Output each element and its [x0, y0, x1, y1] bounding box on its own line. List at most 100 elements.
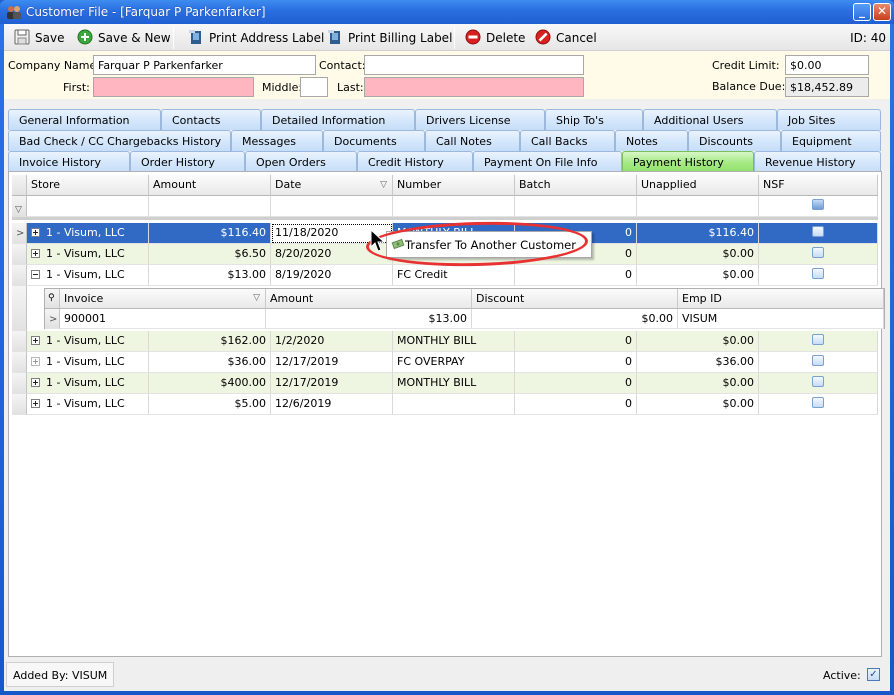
cell-amount[interactable]: $162.00: [149, 331, 271, 352]
print-billing-label-button[interactable]: Print Billing Label: [327, 28, 452, 48]
cell-date[interactable]: 12/17/2019: [271, 352, 393, 373]
cell-store[interactable]: 1 - Visum, LLC: [27, 394, 149, 415]
cell-number[interactable]: MONTHLY BILL: [393, 331, 515, 352]
nsf-filter-checkbox[interactable]: [812, 199, 824, 210]
cell-store[interactable]: 1 - Visum, LLC: [27, 223, 149, 244]
cell-amount[interactable]: $5.00: [149, 394, 271, 415]
detail-search-icon[interactable]: ⚲: [45, 289, 60, 309]
cell-store[interactable]: 1 - Visum, LLC: [27, 331, 149, 352]
cell-unapplied[interactable]: $0.00: [637, 265, 759, 286]
row-indicator[interactable]: >: [12, 223, 27, 244]
filter-amount[interactable]: [149, 196, 271, 217]
row-indicator[interactable]: [12, 352, 27, 373]
detail-cell-invoice[interactable]: 900001: [60, 309, 266, 329]
expand-icon[interactable]: [31, 249, 40, 258]
cell-store[interactable]: 1 - Visum, LLC: [27, 352, 149, 373]
cell-number[interactable]: MONTHLY BILL: [393, 373, 515, 394]
collapse-icon[interactable]: [31, 270, 40, 279]
filter-store[interactable]: [27, 196, 149, 217]
detail-column-header-invoice[interactable]: Invoice ▽: [60, 289, 266, 309]
row-indicator[interactable]: [12, 373, 27, 394]
filter-number[interactable]: [393, 196, 515, 217]
detail-table-row[interactable]: >900001 $13.00 $0.00 VISUM: [45, 309, 884, 329]
detail-column-header-amount[interactable]: Amount: [266, 289, 472, 309]
contact-field[interactable]: [364, 55, 584, 75]
first-name-field[interactable]: [93, 77, 254, 97]
tab-job-sites[interactable]: Job Sites: [777, 109, 881, 130]
tab-additional-users[interactable]: Additional Users: [643, 109, 777, 130]
tab-call-backs[interactable]: Call Backs: [520, 130, 615, 151]
column-header-amount[interactable]: Amount: [149, 175, 271, 196]
save-and-new-button[interactable]: Save & New: [77, 28, 171, 48]
detail-row-indicator[interactable]: >: [45, 309, 60, 329]
table-row[interactable]: 1 - Visum, LLC $162.00 1/2/2020 MONTHLY BIL…: [12, 331, 878, 352]
nsf-checkbox[interactable]: [812, 355, 824, 366]
row-indicator[interactable]: [12, 265, 27, 286]
active-checkbox[interactable]: ✓: [867, 668, 880, 681]
credit-limit-field[interactable]: $0.00: [785, 55, 869, 75]
expand-icon[interactable]: [31, 357, 40, 366]
last-name-field[interactable]: [364, 77, 584, 97]
table-row[interactable]: 1 - Visum, LLC $13.00 8/19/2020 FC Credit 0 $…: [12, 265, 878, 286]
cell-date[interactable]: 1/2/2020: [271, 331, 393, 352]
tab-payment-history[interactable]: Payment History: [622, 151, 754, 173]
detail-cell-emp-id[interactable]: VISUM: [678, 309, 884, 329]
cell-unapplied[interactable]: $0.00: [637, 331, 759, 352]
tab-order-history[interactable]: Order History: [130, 151, 245, 172]
cell-number[interactable]: [393, 394, 515, 415]
filter-nsf[interactable]: [759, 196, 878, 217]
cell-nsf[interactable]: [759, 223, 878, 244]
tab-invoice-history[interactable]: Invoice History: [8, 151, 130, 172]
middle-name-field[interactable]: [300, 77, 328, 97]
tab-open-orders[interactable]: Open Orders: [245, 151, 357, 172]
tab-discounts[interactable]: Discounts: [688, 130, 781, 151]
tab-credit-history[interactable]: Credit History: [357, 151, 473, 172]
row-indicator[interactable]: [12, 394, 27, 415]
tab-documents[interactable]: Documents: [323, 130, 425, 151]
column-header-number[interactable]: Number: [393, 175, 515, 196]
expand-icon[interactable]: [31, 399, 40, 408]
detail-column-header-emp-id[interactable]: Emp ID: [678, 289, 884, 309]
cell-batch[interactable]: 0: [515, 352, 637, 373]
tab-bad-check-chargebacks-history[interactable]: Bad Check / CC Chargebacks History: [8, 130, 231, 151]
cell-amount[interactable]: $36.00: [149, 352, 271, 373]
filter-unapplied[interactable]: [637, 196, 759, 217]
title-bar[interactable]: Customer File - [Farquar P Parkenfarker]…: [0, 0, 894, 24]
expand-icon[interactable]: [31, 228, 40, 237]
cell-batch[interactable]: 0: [515, 265, 637, 286]
cell-date[interactable]: 12/17/2019: [271, 373, 393, 394]
tab-general-information[interactable]: General Information: [8, 109, 161, 130]
filter-batch[interactable]: [515, 196, 637, 217]
cell-date[interactable]: 8/19/2020: [271, 265, 393, 286]
cell-number[interactable]: FC OVERPAY: [393, 352, 515, 373]
cell-nsf[interactable]: [759, 394, 878, 415]
detail-cell-amount[interactable]: $13.00: [266, 309, 472, 329]
cancel-button[interactable]: Cancel: [535, 28, 597, 48]
cell-nsf[interactable]: [759, 373, 878, 394]
cell-store[interactable]: 1 - Visum, LLC: [27, 244, 149, 265]
column-header-date[interactable]: Date ▽: [271, 175, 393, 196]
nsf-checkbox[interactable]: [812, 334, 824, 345]
cell-nsf[interactable]: [759, 244, 878, 265]
tab-detailed-information[interactable]: Detailed Information: [261, 109, 415, 130]
table-row[interactable]: 1 - Visum, LLC $36.00 12/17/2019 FC OVERPAY…: [12, 352, 878, 373]
cell-unapplied[interactable]: $0.00: [637, 373, 759, 394]
close-button[interactable]: ✕: [873, 3, 891, 21]
row-indicator[interactable]: [12, 331, 27, 352]
cell-nsf[interactable]: [759, 265, 878, 286]
menu-item-transfer-to-another-customer[interactable]: Transfer To Another Customer: [387, 232, 591, 257]
cell-nsf[interactable]: [759, 331, 878, 352]
cell-unapplied[interactable]: $0.00: [637, 244, 759, 265]
cell-nsf[interactable]: [759, 352, 878, 373]
print-address-label-button[interactable]: Print Address Label: [188, 28, 324, 48]
expand-icon[interactable]: [31, 336, 40, 345]
nsf-checkbox[interactable]: [812, 226, 824, 237]
column-header-batch[interactable]: Batch: [515, 175, 637, 196]
tab-call-notes[interactable]: Call Notes: [425, 130, 520, 151]
cell-amount[interactable]: $13.00: [149, 265, 271, 286]
table-row[interactable]: 1 - Visum, LLC $400.00 12/17/2019 MONTHLY B…: [12, 373, 878, 394]
cell-date[interactable]: 12/6/2019: [271, 394, 393, 415]
cell-amount[interactable]: $116.40: [149, 223, 271, 244]
tab-contacts[interactable]: Contacts: [161, 109, 261, 130]
column-header-nsf[interactable]: NSF: [759, 175, 878, 196]
